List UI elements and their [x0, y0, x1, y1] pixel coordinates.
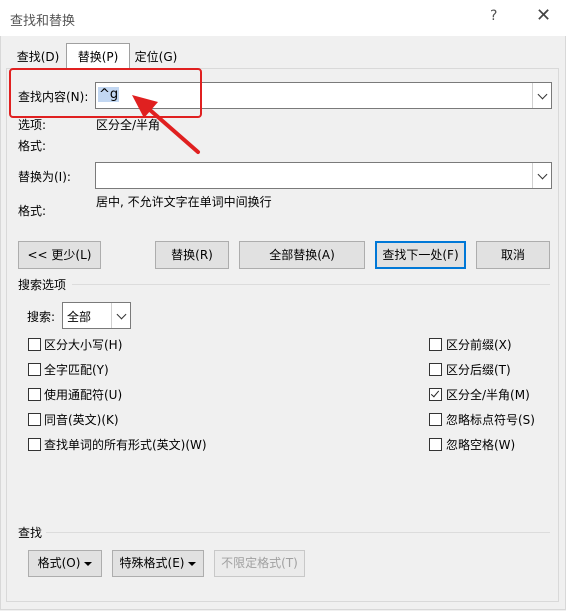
match-case-checkbox[interactable] — [28, 338, 41, 351]
find-next-button[interactable]: 查找下一处(F) — [375, 241, 466, 269]
match-case-label: 区分大小写(H) — [44, 338, 123, 352]
caret-down-icon — [188, 561, 197, 566]
format-menu-button[interactable]: 格式(O) — [28, 550, 102, 577]
sounds-like-checkbox[interactable] — [28, 413, 41, 426]
match-suffix-label: 区分后缀(T) — [446, 363, 511, 377]
annotation-arrow-icon — [132, 95, 200, 154]
replace-button[interactable]: 替换(R) — [155, 241, 229, 269]
special-format-button[interactable]: 特殊格式(E) — [112, 550, 204, 577]
ignore-punctuation-checkbox[interactable] — [429, 413, 442, 426]
options-label: 选项: — [18, 118, 47, 132]
match-suffix-checkbox[interactable] — [429, 363, 442, 376]
search-direction-value: 全部 — [67, 310, 92, 324]
help-button[interactable]: ? — [490, 8, 497, 24]
wildcards-label: 使用通配符(U) — [44, 388, 123, 402]
caret-down-icon — [84, 561, 93, 566]
ignore-punctuation-label: 忽略标点符号(S) — [446, 413, 535, 427]
replace-all-button[interactable]: 全部替换(A) — [239, 241, 365, 269]
wildcards-checkbox[interactable] — [28, 388, 41, 401]
special-format-label: 特殊格式(E) — [119, 556, 185, 570]
match-prefix-label: 区分前缀(X) — [446, 338, 512, 352]
title-bar — [0, 0, 566, 36]
replace-format-value: 居中, 不允许文字在单词中间换行 — [96, 195, 272, 209]
find-history-dropdown[interactable] — [532, 83, 551, 108]
all-word-forms-label: 查找单词的所有形式(英文)(W) — [44, 438, 207, 452]
chevron-down-icon — [537, 89, 547, 99]
find-section-heading: 查找 — [18, 526, 43, 540]
whole-word-label: 全字匹配(Y) — [44, 363, 109, 377]
window-title: 查找和替换 — [10, 14, 76, 29]
whole-word-checkbox[interactable] — [28, 363, 41, 376]
cancel-button[interactable]: 取消 — [476, 241, 550, 269]
format-menu-label: 格式(O) — [37, 556, 81, 570]
ignore-whitespace-checkbox[interactable] — [429, 438, 442, 451]
search-options-divider — [72, 284, 550, 285]
replace-format-label: 格式: — [18, 204, 47, 218]
less-button[interactable]: << 更少(L) — [18, 241, 101, 269]
close-button[interactable]: ✕ — [536, 5, 551, 26]
find-section-divider — [46, 532, 550, 533]
sounds-like-label: 同音(英文)(K) — [44, 413, 119, 427]
replace-with-label: 替换为(I): — [18, 170, 71, 184]
chevron-down-icon — [537, 169, 547, 179]
chevron-down-icon — [116, 309, 126, 319]
search-direction-dropdown[interactable] — [111, 303, 130, 328]
search-options-heading: 搜索选项 — [18, 278, 67, 292]
tab-goto[interactable]: 定位(G) — [130, 46, 182, 69]
replace-history-dropdown[interactable] — [532, 163, 551, 188]
replace-panel — [6, 68, 559, 602]
ignore-whitespace-label: 忽略空格(W) — [446, 438, 516, 452]
match-width-label: 区分全/半角(M) — [446, 388, 530, 402]
match-width-checkbox[interactable] — [429, 388, 442, 401]
search-direction-label: 搜索: — [27, 310, 56, 324]
tab-replace[interactable]: 替换(P) — [66, 43, 130, 70]
tab-find[interactable]: 查找(D) — [12, 46, 64, 69]
no-formatting-button[interactable]: 不限定格式(T) — [214, 550, 305, 577]
search-direction-select[interactable]: 全部 — [62, 302, 131, 329]
match-prefix-checkbox[interactable] — [429, 338, 442, 351]
all-word-forms-checkbox[interactable] — [28, 438, 41, 451]
find-format-label: 格式: — [18, 139, 47, 153]
replace-with-input[interactable] — [95, 162, 552, 189]
